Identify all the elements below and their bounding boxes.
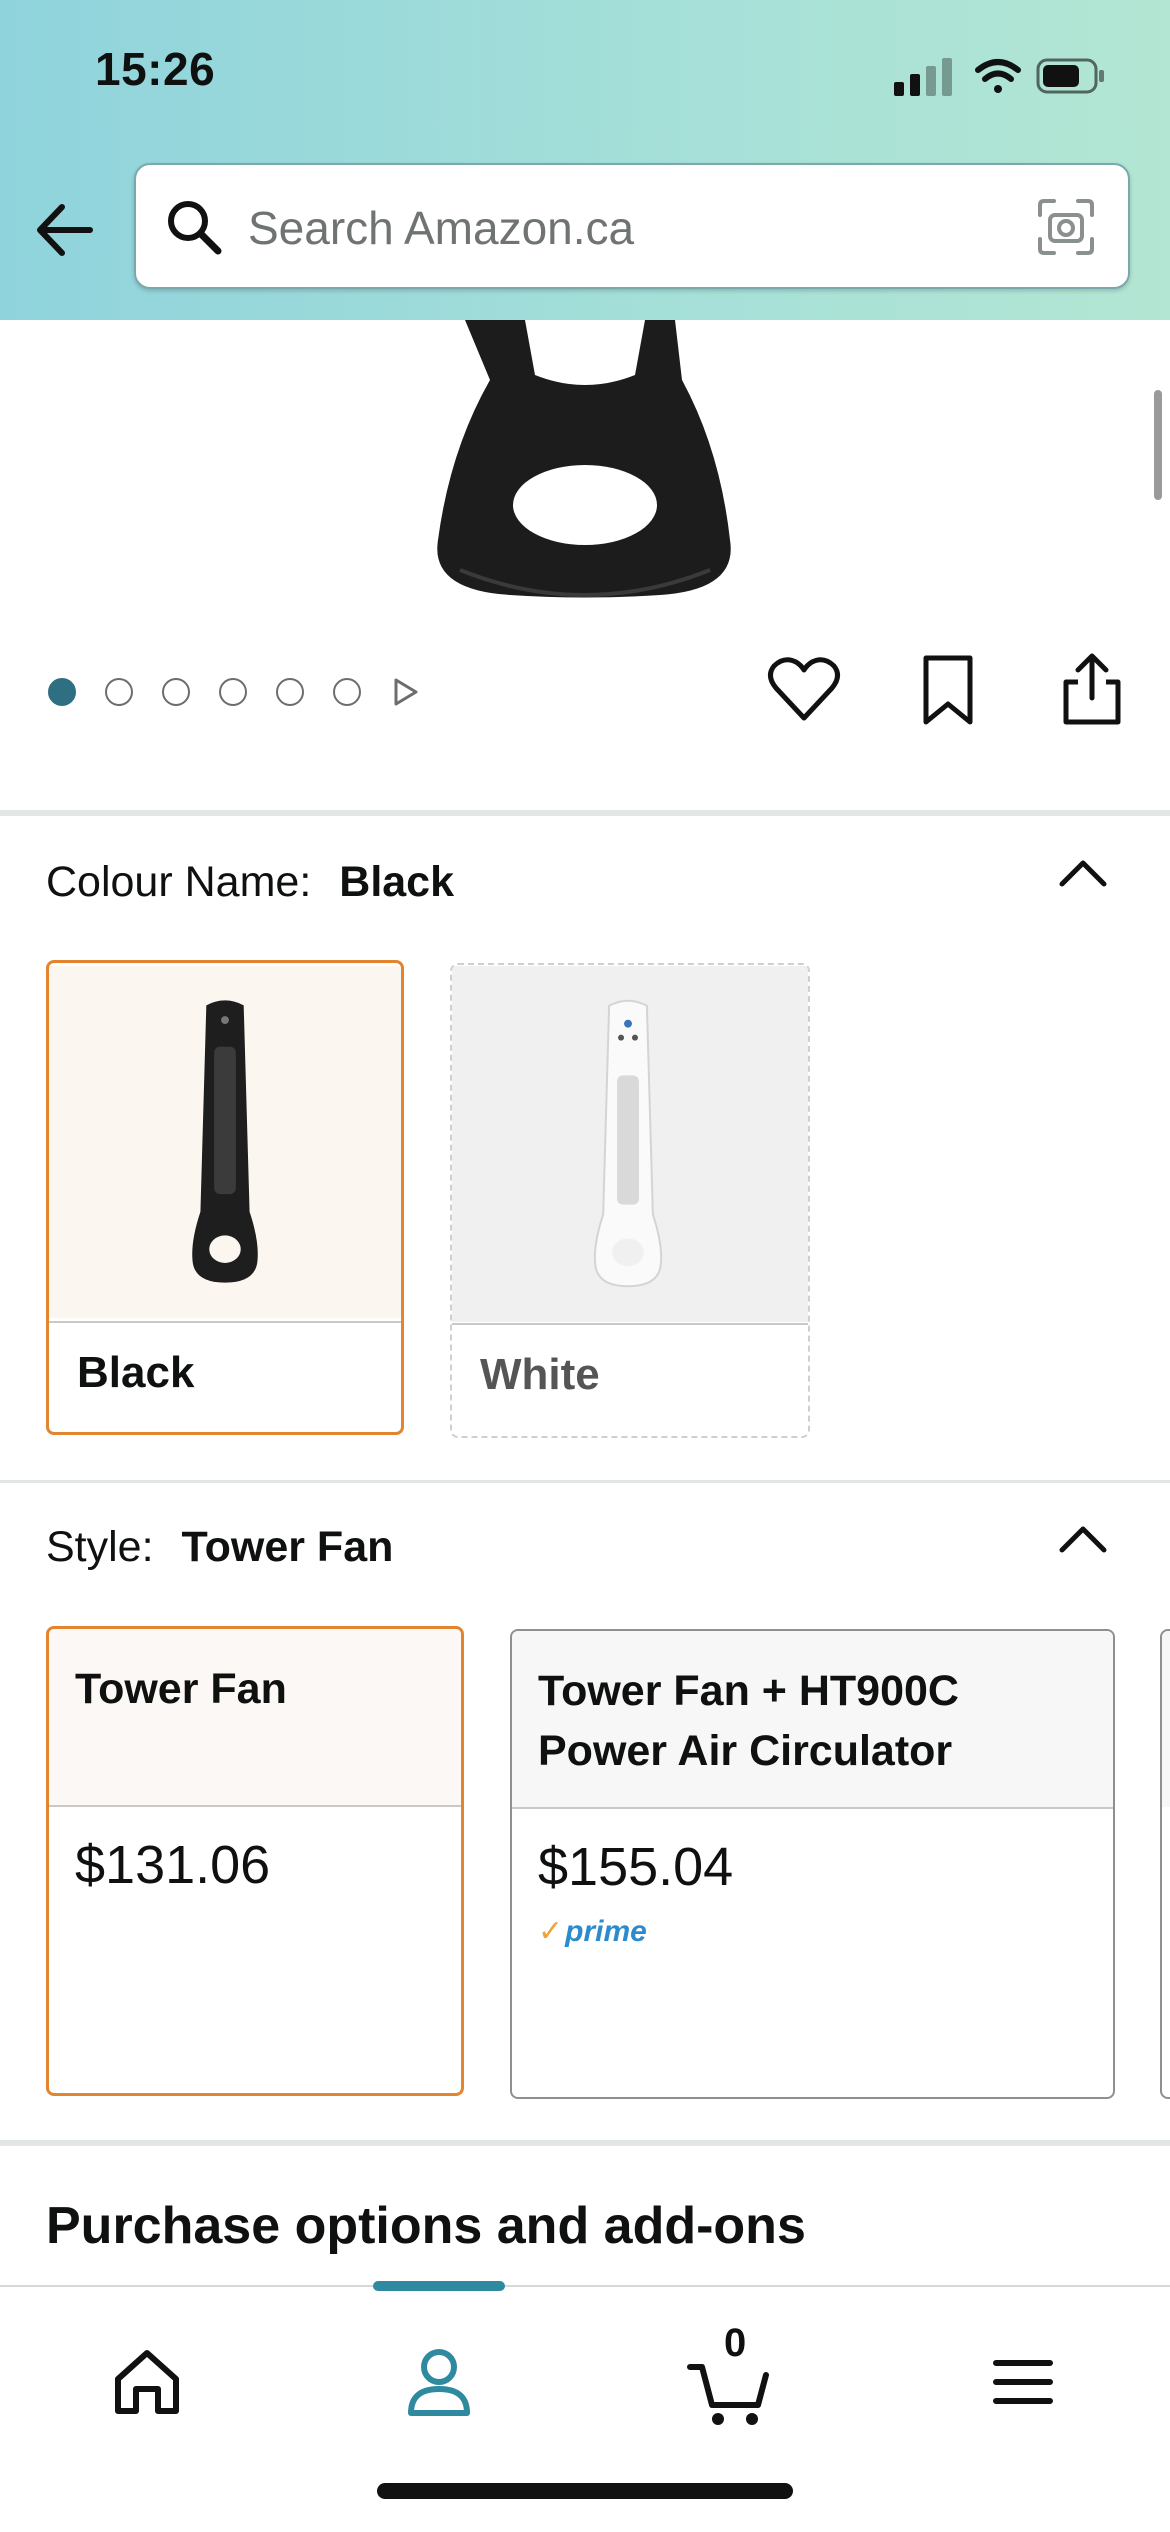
bookmark-icon[interactable]: [910, 652, 986, 728]
pagination-dot[interactable]: [162, 678, 190, 706]
video-play-icon[interactable]: [390, 676, 420, 708]
style-selected-value: Tower Fan: [181, 1523, 394, 1571]
pagination-dot[interactable]: [105, 678, 133, 706]
scrollbar[interactable]: [1154, 390, 1162, 500]
wifi-icon: [975, 59, 1021, 93]
section-divider: [0, 810, 1170, 816]
pagination-dot[interactable]: [333, 678, 361, 706]
style-option-price: $131.06: [75, 1835, 271, 1895]
camera-search-icon[interactable]: [1034, 195, 1098, 259]
swatch-divider: [452, 1323, 808, 1325]
share-icon[interactable]: [1054, 652, 1130, 728]
purchase-options-heading: Purchase options and add-ons: [46, 2197, 806, 2255]
status-icons: [894, 58, 1104, 96]
home-icon[interactable]: [92, 2327, 202, 2437]
search-icon: [168, 201, 222, 255]
style-option-title: Tower Fan + HT900C Power Air Circulator: [538, 1667, 959, 1775]
battery-icon: [1036, 58, 1104, 94]
prime-badge: ✓prime: [538, 1914, 647, 1949]
pagination-dot[interactable]: [219, 678, 247, 706]
swatch-image-black: [49, 966, 401, 1318]
menu-icon[interactable]: [968, 2327, 1078, 2437]
style-option-next-partial[interactable]: [1160, 1629, 1170, 2099]
colour-selected-value: Black: [339, 858, 455, 906]
status-time: 15:26: [95, 43, 216, 95]
search-input[interactable]: [246, 187, 950, 269]
chevron-up-icon[interactable]: [1056, 856, 1110, 890]
swatch-label-white: White: [480, 1350, 600, 1399]
swatch-label-black: Black: [77, 1348, 195, 1397]
prime-check-icon: ✓: [538, 1915, 564, 1948]
style-option-tower-fan[interactable]: Tower Fan $131.06: [46, 1626, 464, 2096]
style-section-header: Style: Tower Fan: [46, 1523, 393, 1572]
section-divider: [0, 2140, 1170, 2146]
pagination-dot[interactable]: [276, 678, 304, 706]
colour-label: Colour Name:: [46, 858, 312, 906]
style-option-title: Tower Fan: [75, 1665, 287, 1713]
chevron-up-icon[interactable]: [1056, 1522, 1110, 1556]
heart-icon[interactable]: [766, 652, 842, 728]
style-label: Style:: [46, 1523, 154, 1571]
cart-button[interactable]: 0: [676, 2321, 786, 2437]
colour-swatch-white[interactable]: White: [450, 963, 810, 1438]
product-image[interactable]: [420, 320, 750, 610]
section-divider: [0, 1480, 1170, 1483]
swatch-divider: [49, 1321, 401, 1323]
colour-section-header: Colour Name: Black: [46, 858, 454, 907]
home-indicator[interactable]: [377, 2483, 793, 2499]
back-arrow-icon[interactable]: [28, 195, 108, 265]
app-header: 15:26: [0, 0, 1170, 320]
style-option-price: $155.04: [538, 1837, 734, 1897]
prime-label: prime: [565, 1915, 647, 1948]
style-option-tower-fan-plus-circulator[interactable]: Tower Fan + HT900C Power Air Circulator …: [510, 1629, 1115, 2099]
search-bar[interactable]: [134, 163, 1130, 289]
style-option-divider: [512, 1807, 1113, 1809]
cellular-signal-icon: [894, 58, 952, 96]
account-icon[interactable]: [384, 2327, 494, 2437]
style-option-header: [1162, 1631, 1170, 1807]
style-option-divider: [49, 1805, 461, 1807]
pagination-dot-active[interactable]: [48, 678, 76, 706]
cart-count: 0: [724, 2321, 747, 2365]
colour-swatch-black[interactable]: Black: [46, 960, 404, 1435]
swatch-image-white: [452, 966, 808, 1322]
nav-active-indicator: [373, 2281, 505, 2291]
